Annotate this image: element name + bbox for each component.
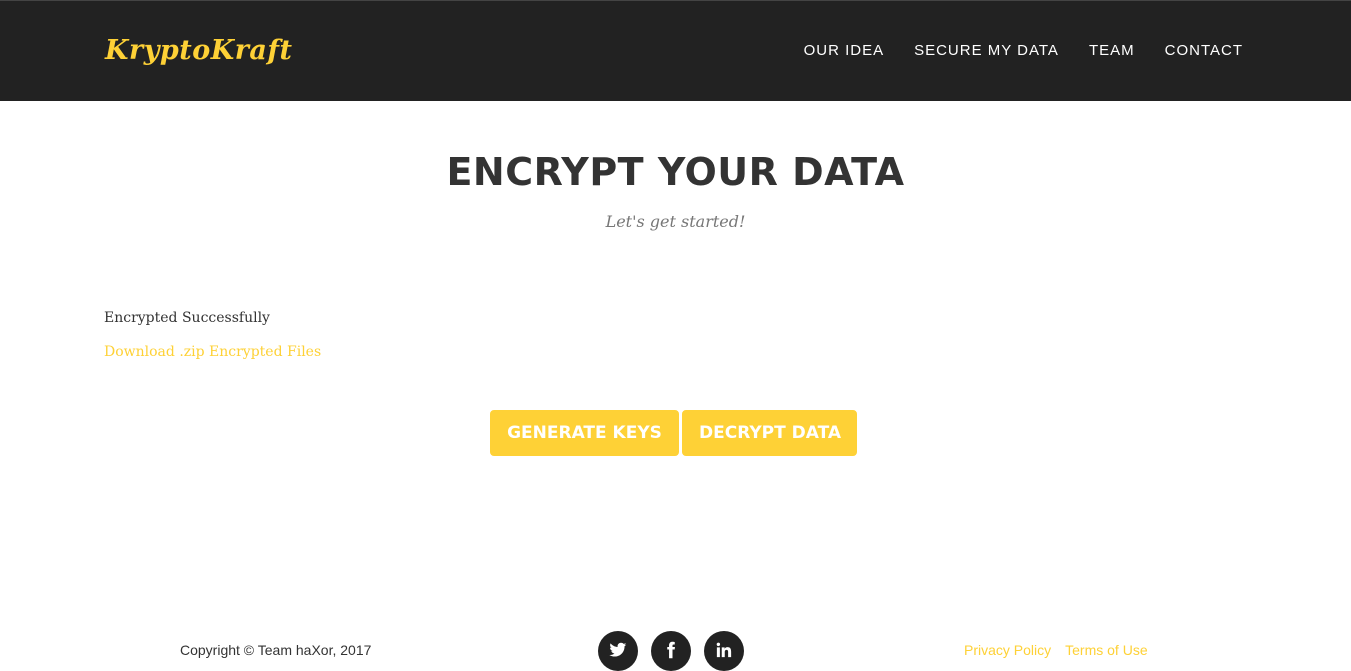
twitter-icon bbox=[609, 642, 627, 657]
facebook-icon bbox=[667, 641, 675, 659]
download-zip-link[interactable]: Download .zip Encrypted Files bbox=[104, 344, 321, 360]
main-nav: OUR IDEA SECURE MY DATA TEAM CONTACT bbox=[774, 42, 1243, 59]
page-title: ENCRYPT YOUR DATA bbox=[446, 150, 905, 194]
nav-item-contact[interactable]: CONTACT bbox=[1165, 42, 1243, 59]
footer-links: Privacy Policy Terms of Use bbox=[964, 642, 1148, 658]
action-buttons: GENERATE KEYS DECRYPT DATA bbox=[490, 410, 857, 456]
copyright-text: Copyright © Team haXor, 2017 bbox=[180, 642, 372, 658]
twitter-link[interactable] bbox=[598, 631, 638, 671]
page-subtitle: Let's get started! bbox=[605, 212, 746, 231]
terms-of-use-link[interactable]: Terms of Use bbox=[1065, 642, 1147, 658]
linkedin-link[interactable] bbox=[704, 631, 744, 671]
nav-item-secure-my-data[interactable]: SECURE MY DATA bbox=[914, 42, 1059, 59]
navbar: KryptoKraft OUR IDEA SECURE MY DATA TEAM… bbox=[0, 0, 1351, 101]
linkedin-icon bbox=[716, 642, 732, 658]
generate-keys-button[interactable]: GENERATE KEYS bbox=[490, 410, 679, 456]
social-links bbox=[598, 631, 744, 671]
facebook-link[interactable] bbox=[651, 631, 691, 671]
brand-logo[interactable]: KryptoKraft bbox=[105, 35, 293, 66]
decrypt-data-button[interactable]: DECRYPT DATA bbox=[682, 410, 857, 456]
nav-item-team[interactable]: TEAM bbox=[1089, 42, 1135, 59]
nav-item-our-idea[interactable]: OUR IDEA bbox=[804, 42, 885, 59]
privacy-policy-link[interactable]: Privacy Policy bbox=[964, 642, 1051, 658]
encryption-status: Encrypted Successfully bbox=[104, 310, 270, 326]
